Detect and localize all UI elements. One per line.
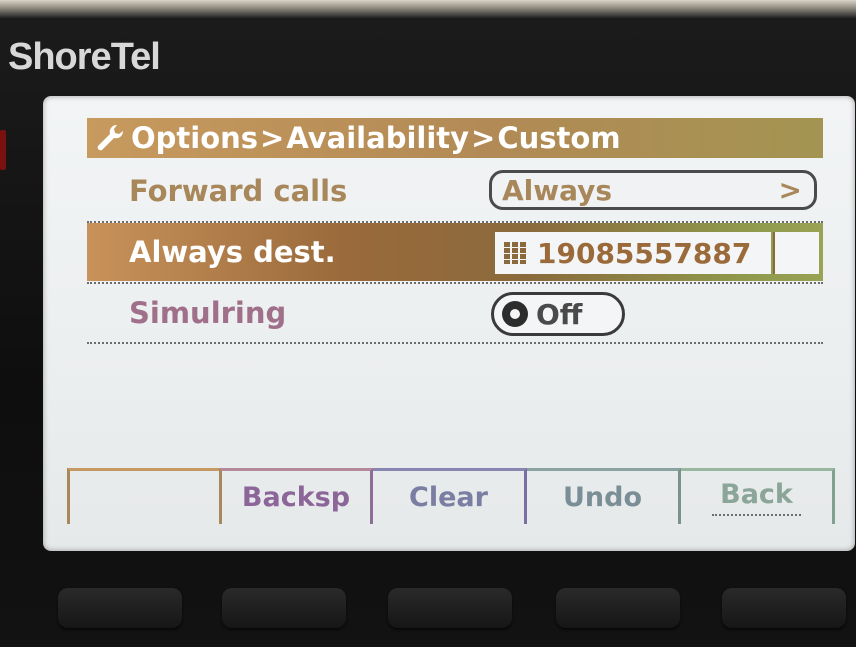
row-divider: [87, 342, 823, 344]
forward-calls-row[interactable]: Forward calls Always >: [87, 162, 823, 220]
wrench-icon: [97, 124, 124, 151]
always-dest-label: Always dest.: [129, 235, 336, 269]
status-led: [0, 130, 6, 170]
clear-label: Clear: [409, 482, 488, 513]
brand-logo: ShoreTel: [8, 36, 161, 78]
breadcrumb-separator: >: [471, 121, 496, 155]
breadcrumb-item-options: Options: [131, 121, 259, 155]
backsp-label: Backsp: [241, 482, 351, 513]
softkey-1[interactable]: [67, 468, 219, 524]
undo-label: Undo: [562, 482, 643, 513]
hardware-softkey-2[interactable]: [222, 588, 346, 628]
chevron-right-icon: >: [778, 173, 802, 207]
breadcrumb-item-custom: Custom: [497, 121, 621, 155]
breadcrumb-separator: >: [260, 121, 285, 155]
forward-calls-select[interactable]: Always >: [489, 170, 817, 210]
bezel-edge: [0, 0, 856, 18]
simulring-label: Simulring: [129, 296, 287, 330]
always-dest-value: 19085557887: [537, 236, 752, 270]
forward-calls-value: Always: [502, 173, 613, 207]
back-softkey[interactable]: Back: [681, 468, 835, 524]
always-dest-input[interactable]: 19085557887: [495, 232, 771, 274]
backsp-softkey[interactable]: Backsp: [219, 468, 373, 524]
back-label: Back: [712, 479, 801, 516]
text-cursor: [773, 232, 819, 274]
always-dest-row[interactable]: Always dest. 19085557887: [87, 223, 823, 281]
forward-calls-label: Forward calls: [129, 174, 348, 208]
simulring-value: Off: [536, 297, 583, 331]
undo-softkey[interactable]: Undo: [527, 468, 681, 524]
softkey-bar: Backsp Clear Undo Back: [67, 468, 835, 524]
phone-screen: Options > Availability > Custom Forward …: [43, 96, 855, 551]
hardware-softkey-4[interactable]: [556, 588, 680, 628]
hardware-softkey-5[interactable]: [722, 588, 846, 628]
hardware-softkey-3[interactable]: [388, 588, 512, 628]
simulring-toggle[interactable]: Off: [491, 292, 625, 336]
keypad-icon: [504, 242, 526, 264]
simulring-row[interactable]: Simulring Off: [87, 284, 823, 342]
hardware-softkey-1[interactable]: [58, 588, 182, 628]
breadcrumb: Options > Availability > Custom: [87, 118, 823, 158]
breadcrumb-item-availability: Availability: [286, 121, 470, 155]
toggle-knob-icon: [502, 301, 528, 327]
clear-softkey[interactable]: Clear: [373, 468, 527, 524]
